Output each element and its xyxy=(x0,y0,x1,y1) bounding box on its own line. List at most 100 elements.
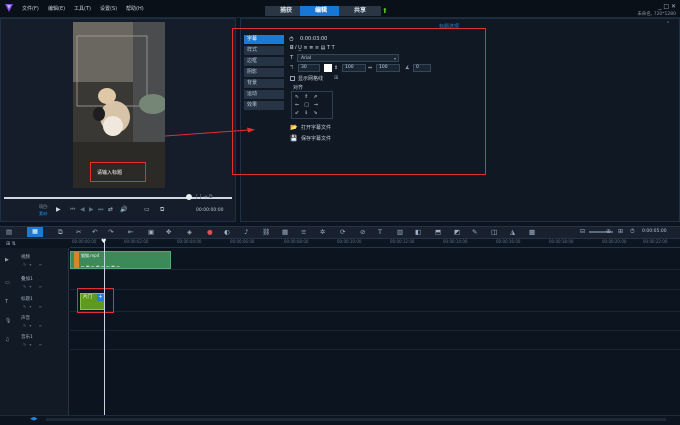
audio-mixer-icon[interactable]: ♪ xyxy=(244,228,248,236)
render-icon[interactable]: ▩ xyxy=(529,228,535,236)
upload-icon[interactable]: ⬆ xyxy=(382,7,388,15)
transitions-icon[interactable]: ⬒ xyxy=(435,228,441,236)
color-grade-icon[interactable]: ✲ xyxy=(320,228,325,236)
music-track-controls[interactable]: ✎▾ ≡ xyxy=(23,342,45,347)
text-tool-icon[interactable]: T xyxy=(378,228,382,236)
zoom-fit-icon[interactable]: ⊟ xyxy=(580,228,585,235)
ruler-tick: 00:00:04:00 xyxy=(177,239,202,244)
preview-title-box[interactable]: 请输入标题 xyxy=(90,162,146,182)
preview-title-text: 请输入标题 xyxy=(97,170,123,176)
snapshot-icon[interactable]: ⧉ xyxy=(160,206,164,214)
timeline-view-icon[interactable]: ▦ xyxy=(27,227,43,237)
voice-track-icon: 🎙 xyxy=(5,318,12,324)
trim-icon[interactable]: ⇤ xyxy=(128,228,133,236)
ruler-tick: 00:00:12:00 xyxy=(390,239,415,244)
multicam-icon[interactable]: ▦ xyxy=(282,228,288,236)
storyboard-view-icon[interactable]: ▤ xyxy=(6,228,12,236)
aspect-icon[interactable]: ▭ xyxy=(144,206,150,213)
overlay-track-icon: ▭ xyxy=(5,280,10,286)
chroma-icon[interactable]: ◮ xyxy=(510,228,515,236)
app-logo-icon xyxy=(5,4,13,12)
repeat-icon[interactable]: ⇄ xyxy=(108,206,113,213)
ruler-tick: 00:00:08:00 xyxy=(284,239,309,244)
horizontal-scrollbar[interactable] xyxy=(46,418,666,421)
audio-waveform-icon: ▁▂▁▂▁▁▂▁ xyxy=(81,262,122,267)
track-name-title: 标题1 xyxy=(21,297,33,302)
menu-help[interactable]: 帮助(H) xyxy=(126,5,144,12)
subtitle-icon[interactable]: ≡ xyxy=(301,228,306,236)
fit-timeline-icon[interactable]: ⊞ xyxy=(618,228,623,235)
filter-icon[interactable]: ◩ xyxy=(454,228,460,236)
ruler-tick: 00:00:16:00 xyxy=(496,239,521,244)
playhead-marker-icon[interactable]: ♥ xyxy=(101,238,106,245)
paint-icon[interactable]: ✎ xyxy=(472,228,477,236)
mask-icon[interactable]: ◐ xyxy=(224,228,230,236)
home-icon[interactable]: ⏮ xyxy=(70,206,75,214)
timeline-duration[interactable]: 0:00:05:00 xyxy=(642,229,667,234)
title-clip-highlight-box xyxy=(77,288,114,313)
track-headers xyxy=(0,248,69,415)
ruler-tick: 00:00:02:00 xyxy=(124,239,149,244)
prev-frame-icon[interactable]: ◀ xyxy=(80,206,85,213)
tab-share[interactable]: 共享 xyxy=(339,6,381,16)
project-info: 未命名, 720*1280 xyxy=(637,12,676,17)
menu-edit[interactable]: 编辑(E) xyxy=(48,5,65,12)
zoom-in-icon[interactable]: ⊕ xyxy=(606,228,611,235)
track-row-voice[interactable] xyxy=(70,312,680,331)
track-row-title[interactable] xyxy=(70,290,680,312)
clip-mode[interactable]: 素材- xyxy=(39,211,48,217)
overlay-track-controls[interactable]: ✎▾ ≡ xyxy=(23,284,45,289)
effects-icon[interactable]: ◧ xyxy=(415,228,421,236)
link-icon[interactable]: ⛓ xyxy=(262,228,270,236)
speed-icon[interactable]: ⊘ xyxy=(360,228,365,236)
ruler-tick: 00:00:20:00 xyxy=(602,239,627,244)
timeline-clock-icon: ⏱ xyxy=(630,228,635,235)
video-track-controls[interactable]: ✎▾ ≡ xyxy=(23,262,45,267)
timeline-ruler[interactable] xyxy=(70,239,680,248)
scroll-left-icon[interactable]: ◀▶ xyxy=(30,416,38,422)
record-icon[interactable]: ● xyxy=(207,228,213,236)
menu-tools[interactable]: 工具(T) xyxy=(74,5,91,12)
ruler-tick: 00:00:06:00 xyxy=(230,239,255,244)
track-row-music[interactable] xyxy=(70,331,680,350)
next-frame-icon[interactable]: ▶ xyxy=(89,206,94,213)
track-name-overlay: 叠加1 xyxy=(21,277,33,282)
motion-icon[interactable]: ◈ xyxy=(187,228,192,236)
video-track-icon: ▶ xyxy=(5,257,9,263)
tab-edit[interactable]: 编辑 xyxy=(300,6,342,16)
title-track-controls[interactable]: ✎▾ ≡ xyxy=(23,304,45,309)
track-options-icon[interactable]: ⊞ ⇅ xyxy=(6,241,16,247)
snapshot-tool-icon[interactable]: ▣ xyxy=(148,228,154,236)
track-row-overlay[interactable] xyxy=(70,270,680,290)
volume-icon[interactable]: 🔊 xyxy=(120,206,127,213)
play-icon[interactable]: ▶ xyxy=(56,206,61,213)
trim-marker-icons[interactable]: [ ] ⇥ ⧉ xyxy=(196,194,212,200)
collapse-icon[interactable]: ⌃ xyxy=(666,21,670,27)
menu-settings[interactable]: 设置(S) xyxy=(100,5,117,12)
split-icon[interactable]: ✂ xyxy=(76,228,81,236)
undo-icon[interactable]: ↶ xyxy=(92,228,97,236)
move-icon[interactable]: ✥ xyxy=(166,228,171,236)
preview-timecode[interactable]: 00:00:00:00 xyxy=(196,208,223,213)
end-icon[interactable]: ⏭ xyxy=(98,206,103,214)
redo-icon[interactable]: ↷ xyxy=(108,228,113,236)
voice-track-controls[interactable]: ✎▾ ≡ xyxy=(23,323,45,328)
title-track-icon: T xyxy=(5,299,9,305)
track-name-voice: 声音 xyxy=(21,316,30,321)
track-manager-icon[interactable]: ⧉ xyxy=(58,228,63,237)
video-clip[interactable]: 猫猫.mp4 ▁▂▁▂▁▁▂▁ xyxy=(70,251,171,269)
window-controls[interactable]: _ □ ✕ xyxy=(658,3,676,10)
project-mode[interactable]: 项目- xyxy=(39,204,48,210)
scrubber-handle[interactable] xyxy=(186,194,192,200)
ruler-tick: 00:00:18:00 xyxy=(549,239,574,244)
split-screen-icon[interactable]: ▥ xyxy=(397,228,403,236)
ruler-tick: 00:00:14:00 xyxy=(443,239,468,244)
playhead[interactable] xyxy=(104,239,105,415)
loop-icon[interactable]: ⟳ xyxy=(340,228,345,236)
menu-file[interactable]: 文件(F) xyxy=(22,5,39,12)
ruler-tick: 00:00:22:00 xyxy=(643,239,668,244)
clip-thumbnail xyxy=(74,252,79,268)
music-track-icon: ♫ xyxy=(5,337,10,343)
overlay-tool-icon[interactable]: ◫ xyxy=(491,228,497,236)
ruler-tick: 00:00:00:00 xyxy=(72,239,97,244)
